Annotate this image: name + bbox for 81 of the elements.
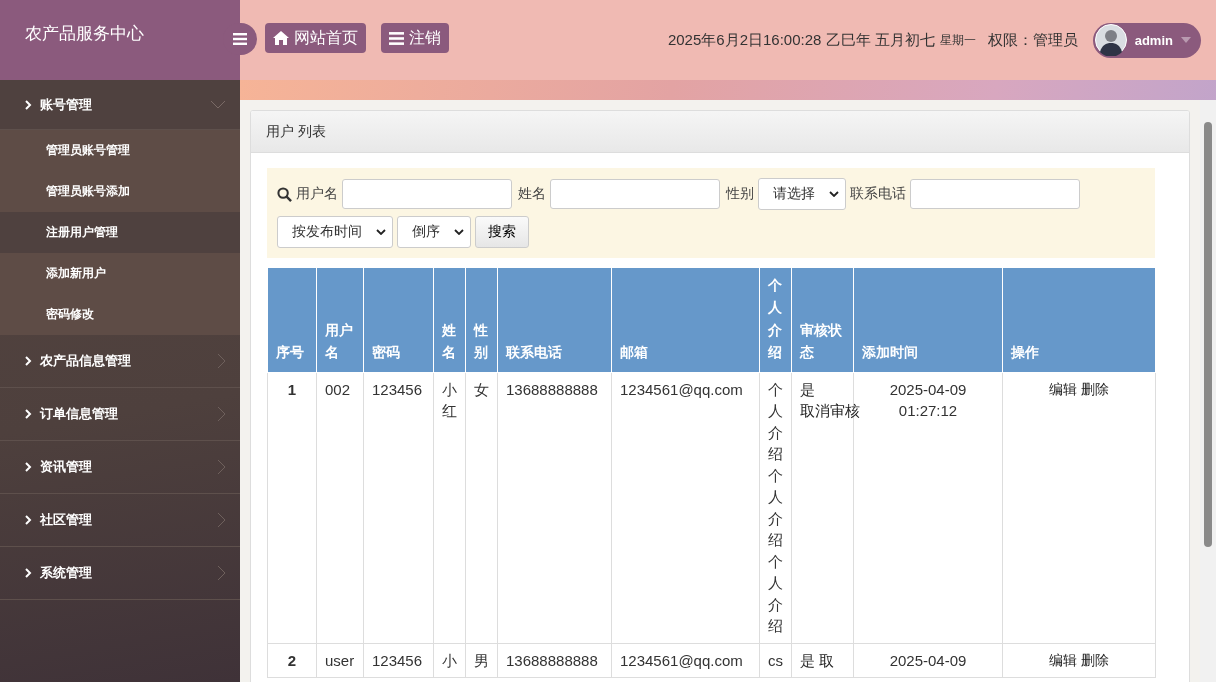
table-cell: 1234561@qq.com (611, 643, 760, 678)
column-header: 密码 (363, 268, 434, 373)
scrollbar[interactable] (1200, 100, 1216, 682)
weekday: 星期一 (939, 31, 976, 49)
table-cell: 1234561@qq.com (611, 372, 760, 644)
column-header: 用户名 (316, 268, 364, 373)
action-link[interactable]: 删除 (1081, 380, 1109, 397)
chevron-right-icon (24, 462, 32, 472)
select-field[interactable]: 请选择 (758, 178, 846, 210)
chevron-right-icon (24, 99, 32, 110)
sidebar-item[interactable]: 密码修改 (0, 294, 240, 335)
input-field[interactable] (342, 179, 512, 209)
date-time: 2025年6月2日16:00:28 乙巳年 五月初七 (667, 30, 935, 50)
caret-icon (1181, 37, 1191, 43)
table-cell: 123456 (363, 643, 434, 678)
filter-label: 联系电话 (850, 185, 906, 203)
action-link[interactable]: 编辑 (1049, 651, 1077, 668)
table-cell: 个人介绍个人介绍个人介绍 (759, 372, 792, 644)
menu-icon (389, 31, 404, 45)
filter-label: 姓名 (518, 185, 546, 203)
column-header: 操作 (1002, 268, 1156, 373)
search-button[interactable]: 搜索 (475, 216, 529, 248)
header-button[interactable]: 网站首页 (265, 23, 366, 53)
column-header: 序号 (267, 268, 317, 373)
chevron-down-icon (376, 229, 386, 235)
column-header: 性别 (465, 268, 498, 373)
table-cell: 女 (465, 372, 498, 644)
menu-icon (233, 33, 247, 45)
site-title: 农产品服务中心 (24, 23, 144, 45)
table-cell: user (316, 643, 364, 678)
action-link[interactable]: 删除 (1081, 651, 1109, 668)
column-header: 审核状态 (791, 268, 854, 373)
column-header: 联系电话 (497, 268, 612, 373)
sort-order-select[interactable]: 倒序 (397, 216, 471, 248)
chevron-down-icon (454, 229, 464, 235)
table-cell: 002 (316, 372, 364, 644)
search-icon (277, 186, 292, 202)
chevron-down-icon (210, 100, 226, 109)
table-cell: 13688888888 (497, 372, 612, 644)
chevron-right-icon (217, 512, 226, 528)
role-label: 权限：管理员 (987, 30, 1078, 50)
header-button[interactable]: 注销 (381, 23, 449, 53)
chevron-right-icon (217, 353, 226, 369)
sidebar-item[interactable]: 管理员账号管理 (0, 130, 240, 171)
home-icon (273, 31, 289, 45)
chevron-right-icon (24, 568, 32, 578)
chevron-right-icon (24, 409, 32, 419)
chevron-right-icon (24, 356, 32, 366)
user-menu-button[interactable]: admin (1092, 22, 1201, 58)
status-text: 是 (800, 651, 815, 669)
table-cell: 123456 (363, 372, 434, 644)
input-field[interactable] (910, 179, 1080, 209)
chevron-right-icon (217, 406, 226, 422)
filter-label: 用户名 (296, 185, 338, 203)
sort-field-select[interactable]: 按发布时间 (277, 216, 393, 248)
panel-title: 用户 列表 (266, 122, 326, 141)
column-header: 添加时间 (853, 268, 1003, 373)
table-cell: 小 (433, 643, 466, 678)
chevron-down-icon (829, 191, 839, 197)
sidebar-group[interactable]: 账号管理 (0, 80, 240, 130)
chevron-right-icon (217, 565, 226, 581)
column-header: 姓名 (433, 268, 466, 373)
avatar-icon (1094, 24, 1127, 56)
input-field[interactable] (550, 179, 720, 209)
table-cell: 1 (267, 372, 317, 644)
table-cell: 2025-04-09 (853, 643, 1003, 678)
sidebar-item[interactable]: 管理员账号添加 (0, 171, 240, 212)
column-header: 邮箱 (611, 268, 760, 373)
table-cell: 男 (465, 643, 498, 678)
table-cell: 13688888888 (497, 643, 612, 678)
sidebar-item[interactable]: 添加新用户 (0, 253, 240, 294)
table-cell: cs (759, 643, 792, 678)
status-text: 是 (800, 380, 815, 398)
chevron-right-icon (24, 515, 32, 525)
column-header: 个人介绍 (759, 268, 792, 373)
filter-label: 性别 (726, 185, 754, 203)
table-cell: 小红 (433, 372, 466, 644)
unapprove-link[interactable]: 取 (819, 651, 835, 669)
chevron-right-icon (217, 459, 226, 475)
action-link[interactable]: 编辑 (1049, 380, 1077, 397)
table-cell: 2 (267, 643, 317, 678)
